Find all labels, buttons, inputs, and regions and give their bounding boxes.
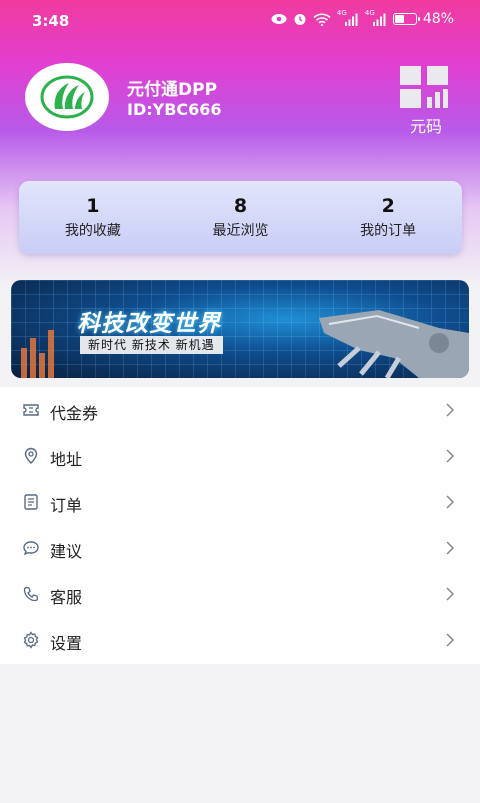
- chevron-right-icon: [446, 633, 455, 647]
- chevron-right-icon: [446, 587, 455, 601]
- signal-2: 4G: [365, 9, 387, 26]
- location-icon: [24, 447, 38, 464]
- stat-recent-views[interactable]: 8 最近浏览: [167, 181, 315, 254]
- stats-card: 1 我的收藏 8 最近浏览 2 我的订单: [19, 181, 462, 254]
- logo-icon: [40, 75, 94, 119]
- phone-icon: [23, 586, 39, 602]
- signal-bars-icon: [372, 13, 386, 26]
- promo-banner[interactable]: 科技改变世界 新时代 新技术 新机遇: [11, 280, 469, 378]
- stat-orders[interactable]: 2 我的订单: [314, 181, 462, 254]
- battery-percent: 48%: [422, 11, 454, 27]
- banner-title: 科技改变世界: [77, 311, 221, 337]
- stat-value: 8: [233, 195, 248, 217]
- user-name: 元付通DPP: [127, 80, 218, 100]
- menu-item-label: 订单: [50, 496, 83, 515]
- menu-item-settings[interactable]: 设置: [0, 617, 480, 663]
- signal-1: 4G: [337, 9, 359, 26]
- avatar[interactable]: [25, 63, 109, 131]
- chevron-right-icon: [446, 541, 455, 555]
- eye-icon: [271, 14, 287, 24]
- status-bar: 3:48 4G 4G 48%: [0, 0, 480, 44]
- menu-item-label: 设置: [50, 634, 83, 653]
- menu-item-label: 客服: [50, 588, 83, 607]
- chevron-right-icon: [446, 449, 455, 463]
- alarm-icon: [294, 14, 306, 25]
- coupon-icon: [23, 404, 39, 416]
- qr-code-label: 元码: [409, 117, 442, 136]
- signal-bars-icon: [344, 13, 358, 26]
- qr-code-icon: [400, 66, 448, 108]
- battery-icon: [392, 13, 420, 25]
- menu-item-address[interactable]: 地址: [0, 433, 480, 479]
- stat-label: 我的收藏: [64, 223, 121, 239]
- menu-item-label: 地址: [50, 450, 83, 469]
- menu-item-orders[interactable]: 订单: [0, 479, 480, 525]
- qr-code-button[interactable]: 元码: [396, 64, 456, 136]
- chat-bubble-icon: [23, 541, 39, 556]
- menu-item-customer-service[interactable]: 客服: [0, 571, 480, 617]
- menu-item-label: 建议: [50, 542, 83, 561]
- menu-item-coupons[interactable]: 代金券: [0, 387, 480, 433]
- stat-value: 1: [86, 195, 100, 217]
- status-time: 3:48: [32, 12, 70, 30]
- chevron-right-icon: [446, 495, 455, 509]
- menu-list: 代金券 地址 订单 建议 客服 设置: [0, 387, 480, 664]
- menu-item-suggestions[interactable]: 建议: [0, 525, 480, 571]
- menu-item-label: 代金券: [50, 404, 99, 423]
- robot-hand-graphic: [319, 310, 469, 378]
- order-list-icon: [24, 494, 38, 510]
- stat-favorites[interactable]: 1 我的收藏: [19, 181, 167, 254]
- stat-label: 我的订单: [360, 223, 417, 239]
- battery-fill: [394, 15, 404, 23]
- status-icons: 4G 4G 48%: [271, 9, 454, 27]
- chevron-right-icon: [446, 403, 455, 417]
- stat-label: 最近浏览: [212, 223, 269, 239]
- stat-value: 2: [381, 195, 395, 217]
- user-id: ID:YBC666: [127, 100, 222, 119]
- gear-icon: [23, 631, 39, 649]
- wifi-icon: [313, 13, 331, 26]
- banner-subtitle: 新时代 新技术 新机遇: [80, 336, 223, 354]
